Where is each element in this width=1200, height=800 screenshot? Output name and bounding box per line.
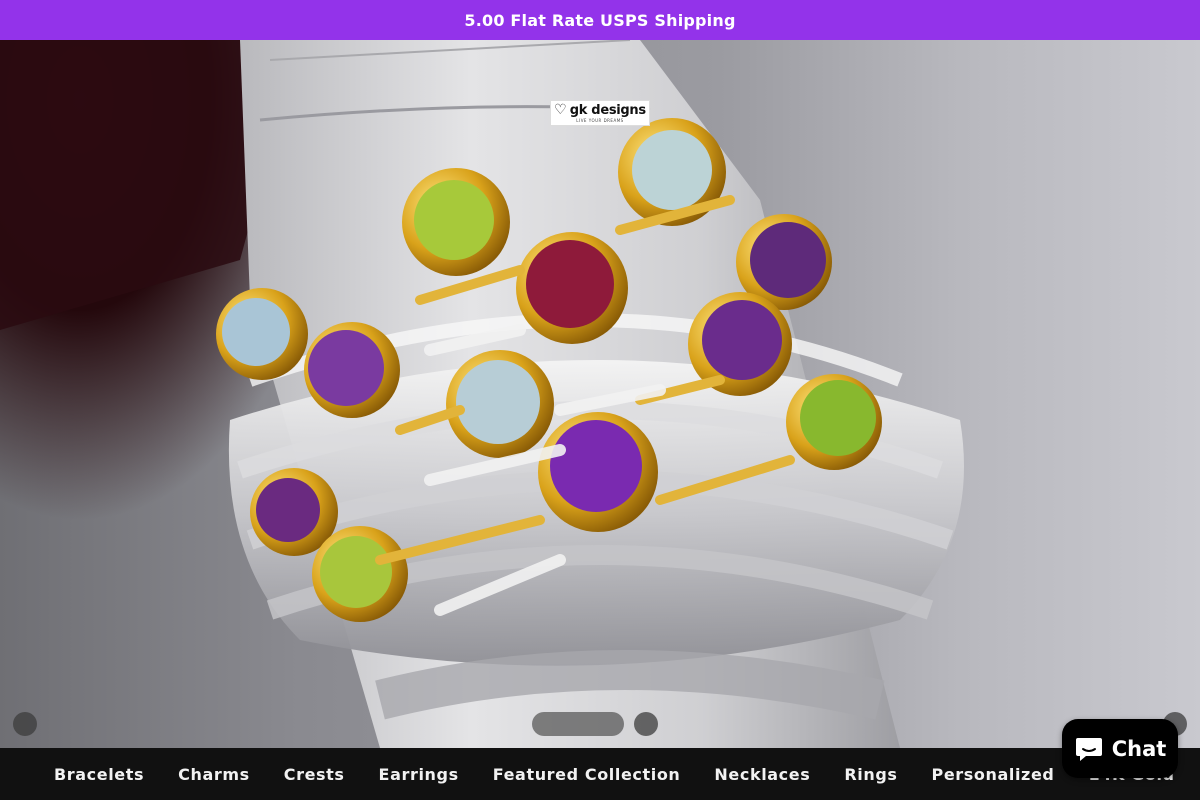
chat-label: Chat	[1111, 736, 1167, 761]
category-nav: Bracelets Charms Crests Earrings Feature…	[0, 748, 1200, 800]
nav-item-earrings[interactable]: Earrings	[362, 765, 476, 784]
nav-item-featured-collection[interactable]: Featured Collection	[476, 765, 698, 784]
nav-item-charms[interactable]: Charms	[161, 765, 267, 784]
nav-item-bracelets[interactable]: Bracelets	[37, 765, 161, 784]
nav-item-rings[interactable]: Rings	[827, 765, 914, 784]
slider-prev-button[interactable]	[13, 712, 37, 736]
chat-bubble-icon	[1075, 737, 1102, 761]
logo-tagline: LIVE YOUR DREAMS	[576, 118, 624, 123]
slider-dot[interactable]	[634, 712, 658, 736]
logo-name: gk designs	[569, 102, 646, 118]
heart-logo-icon: ♡	[554, 102, 567, 118]
announcement-bar: 5.00 Flat Rate USPS Shipping	[0, 0, 1200, 40]
nav-item-personalized[interactable]: Personalized	[915, 765, 1072, 784]
logo-mark: ♡ gk designs	[554, 103, 646, 117]
nav-item-crests[interactable]: Crests	[267, 765, 362, 784]
chat-button[interactable]: Chat	[1062, 719, 1178, 778]
announcement-text: 5.00 Flat Rate USPS Shipping	[464, 10, 736, 30]
hero-slideshow[interactable]: ♡ gk designs LIVE YOUR DREAMS	[0, 40, 1200, 748]
nav-item-necklaces[interactable]: Necklaces	[697, 765, 827, 784]
store-logo[interactable]: ♡ gk designs LIVE YOUR DREAMS	[550, 100, 650, 126]
stacked-gemstone-rings-image	[0, 40, 964, 748]
slider-dot-active[interactable]	[532, 712, 624, 736]
